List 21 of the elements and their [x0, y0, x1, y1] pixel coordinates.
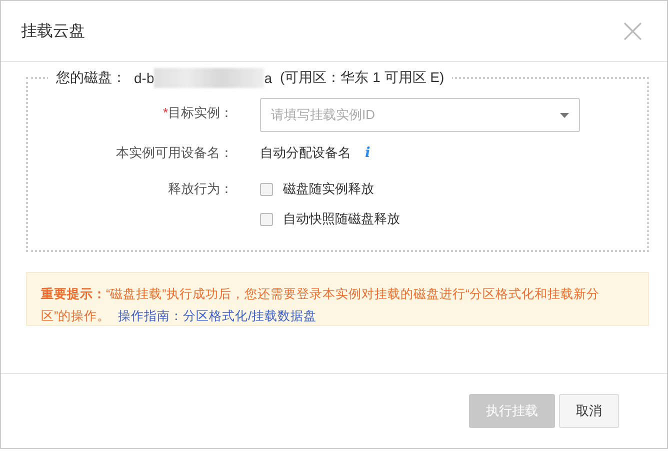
instance-select[interactable]: 请填写挂载实例ID: [260, 98, 580, 132]
field-value: 自动分配设备名: [260, 144, 351, 162]
info-icon[interactable]: i: [365, 138, 370, 168]
field-label: 本实例可用设备名：: [116, 144, 233, 162]
caret-icon: [560, 112, 569, 118]
checkbox[interactable]: [260, 212, 273, 226]
disk-label: 您的磁盘：: [56, 69, 126, 87]
disk-zone: (可用区：华东 1 可用区 E): [280, 69, 444, 87]
cancel-button[interactable]: 取消: [559, 394, 619, 428]
disk-id-suffix: a: [264, 70, 272, 86]
guide-link[interactable]: 操作指南：分区格式化/挂载数据盘: [118, 309, 317, 323]
checkbox-label: 自动快照随磁盘释放: [283, 210, 400, 228]
field-label: 释放行为：: [168, 180, 233, 198]
notice-text: 重要提示：“磁盘挂载”执行成功后，您还需要登录本实例对挂载的磁盘进行“分区格式化和挂载新分区”的操作。 操作指南：分区格式化/挂载数据盘: [41, 286, 600, 325]
close-button[interactable]: ×: [618, 14, 647, 48]
required-mark: *: [162, 104, 168, 122]
disk-id-prefix: d-b: [134, 70, 154, 86]
field-label: 目标实例：: [168, 104, 233, 122]
checkbox-label: 磁盘随实例释放: [283, 180, 374, 198]
checkbox[interactable]: [260, 182, 273, 196]
dialog-title: 挂载云盘: [21, 22, 85, 42]
